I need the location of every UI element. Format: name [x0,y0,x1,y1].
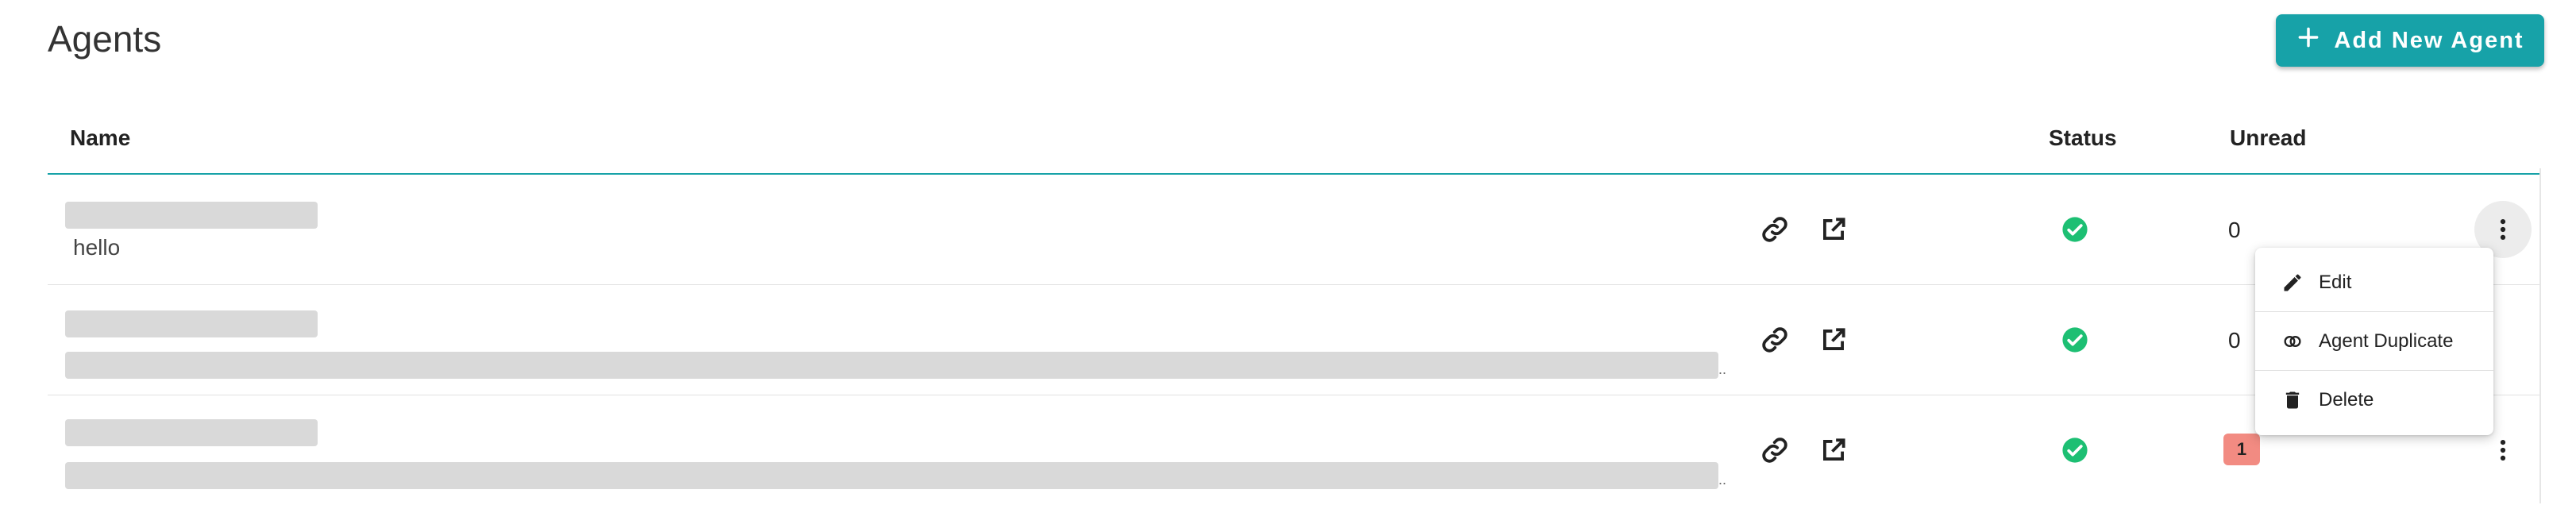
agent-context-menu: Edit Agent Duplicate Delete [2255,248,2493,435]
status-active-icon [2061,216,2088,243]
open-in-new-icon[interactable] [1818,435,1849,465]
more-vert-icon [2500,218,2506,241]
unread-count: 0 [2228,218,2241,242]
duplicate-icon [2281,330,2304,353]
link-icon[interactable] [1760,325,1790,355]
column-header-status: Status [2049,125,2117,150]
trash-icon [2281,388,2304,412]
column-header-unread: Unread [2230,125,2307,150]
menu-item-label: Agent Duplicate [2319,330,2454,352]
agent-description-redacted [65,462,1718,489]
agents-table: Name Status Unread hello 0 .. 0 .. 1 [48,103,2541,505]
link-icon[interactable] [1760,435,1790,465]
add-new-agent-label: Add New Agent [2334,27,2524,53]
more-vert-icon [2500,439,2506,461]
plus-icon [2296,25,2321,56]
menu-item-agent-duplicate[interactable]: Agent Duplicate [2255,313,2493,370]
status-active-icon [2061,437,2088,464]
table-row[interactable]: hello 0 [48,175,2541,285]
agent-name-redacted [65,202,318,229]
agent-description: hello [73,235,121,260]
agent-description-redacted [65,352,1718,379]
menu-divider [2255,370,2493,371]
table-right-border [2539,168,2541,503]
menu-item-label: Edit [2319,272,2352,293]
menu-item-edit[interactable]: Edit [2255,254,2493,311]
unread-count: 0 [2228,328,2241,353]
pencil-icon [2281,271,2304,295]
table-header: Name Status Unread [48,103,2541,175]
unread-badge: 1 [2223,434,2260,465]
table-row[interactable]: .. 1 [48,395,2541,505]
add-new-agent-button[interactable]: Add New Agent [2276,14,2544,67]
table-row[interactable]: .. 0 [48,285,2541,395]
open-in-new-icon[interactable] [1818,325,1849,355]
status-active-icon [2061,326,2088,353]
text-overflow-ellipsis: .. [1718,472,1727,488]
column-header-name: Name [70,125,131,150]
page-title: Agents [48,18,162,60]
menu-item-label: Delete [2319,389,2374,411]
text-overflow-ellipsis: .. [1718,361,1727,377]
menu-item-delete[interactable]: Delete [2255,372,2493,429]
link-icon[interactable] [1760,214,1790,245]
agent-name-redacted [65,310,318,337]
agent-name-redacted [65,419,318,446]
open-in-new-icon[interactable] [1818,214,1849,245]
menu-divider [2255,311,2493,312]
